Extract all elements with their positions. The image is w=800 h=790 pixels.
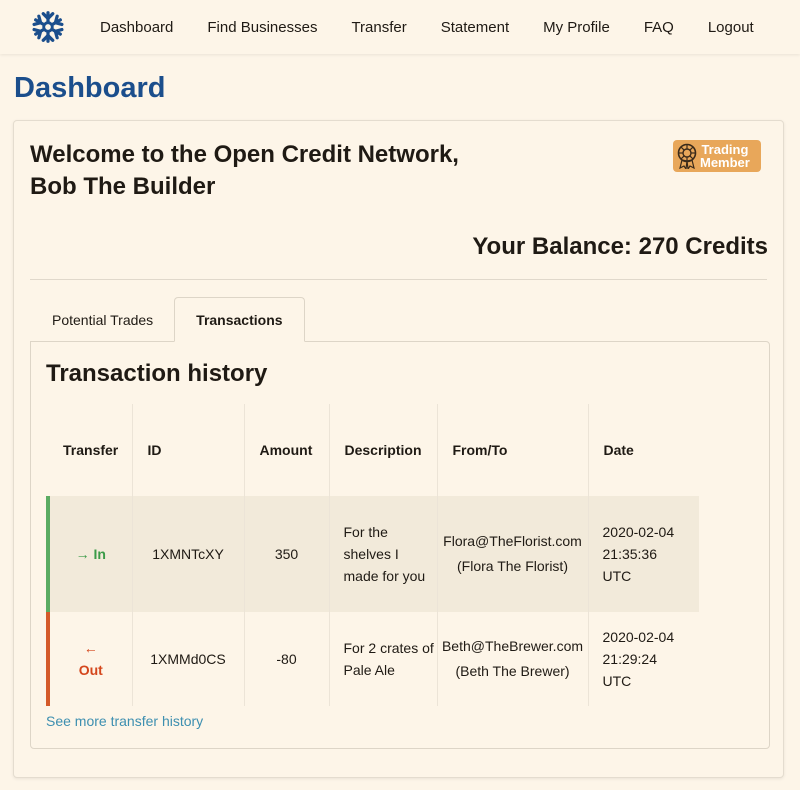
- counterparty-email: Flora@TheFlorist.com: [443, 533, 582, 549]
- date-tz: UTC: [602, 568, 632, 584]
- transaction-amount: -80: [244, 612, 330, 706]
- see-more-history-link[interactable]: See more transfer history: [46, 713, 203, 729]
- nav-my-profile[interactable]: My Profile: [543, 19, 610, 36]
- table-row[interactable]: → In 1XMNTcXY 350 For the shelves I made…: [46, 496, 699, 612]
- arrow-left-icon: ←: [83, 640, 98, 656]
- transaction-history-title: Transaction history: [46, 360, 268, 387]
- transaction-date: 2020-02-04 21:35:36 UTC: [588, 496, 699, 612]
- date-day: 2020-02-04: [602, 524, 675, 540]
- nav-faq[interactable]: FAQ: [644, 19, 674, 36]
- transaction-id: 1XMMd0CS: [132, 612, 245, 706]
- col-from-to: From/To: [437, 404, 589, 496]
- navbar: Dashboard Find Businesses Transfer State…: [0, 0, 800, 54]
- date-day: 2020-02-04: [602, 629, 675, 645]
- balance-display: Your Balance: 270 Credits: [472, 233, 768, 260]
- transaction-counterparty: Flora@TheFlorist.com (Flora The Florist): [437, 496, 589, 612]
- transfer-direction-out: ← Out: [46, 612, 133, 706]
- transaction-amount: 350: [244, 496, 330, 612]
- date-tz: UTC: [602, 673, 632, 689]
- nav-transfer[interactable]: Transfer: [351, 19, 406, 36]
- welcome-heading: Welcome to the Open Credit Network, Bob …: [30, 139, 459, 203]
- col-transfer: Transfer: [48, 404, 133, 496]
- counterparty-name: (Beth The Brewer): [455, 663, 570, 679]
- badge-line-2: Member: [700, 155, 750, 170]
- snowflake-logo-icon[interactable]: [28, 7, 68, 47]
- trading-member-badge: Trading Member: [673, 140, 761, 172]
- divider: [30, 279, 767, 280]
- col-description: Description: [329, 404, 438, 496]
- table-header-row: Transfer ID Amount Description From/To D…: [48, 404, 699, 496]
- transaction-description: For the shelves I made for you: [329, 496, 438, 612]
- date-time: 21:29:24: [602, 651, 658, 667]
- tab-potential-trades[interactable]: Potential Trades: [31, 297, 174, 342]
- direction-label: In: [93, 546, 106, 562]
- transfer-direction-in: → In: [46, 496, 133, 612]
- col-date: Date: [603, 442, 634, 458]
- col-amount: Amount: [244, 404, 330, 496]
- transaction-description: For 2 crates of Pale Ale: [329, 612, 438, 706]
- transaction-counterparty: Beth@TheBrewer.com (Beth The Brewer): [437, 612, 589, 706]
- nav-dashboard[interactable]: Dashboard: [100, 19, 173, 36]
- award-ribbon-icon: [677, 143, 697, 169]
- badge-label: Trading Member: [700, 143, 750, 169]
- page-title: Dashboard: [14, 72, 166, 104]
- table-row[interactable]: ← Out 1XMMd0CS -80 For 2 crates of Pale …: [46, 612, 699, 706]
- direction-label: Out: [78, 662, 103, 678]
- counterparty-name: (Flora The Florist): [457, 558, 568, 574]
- date-time: 21:35:36: [602, 546, 658, 562]
- tab-bar: Potential Trades Transactions: [31, 297, 305, 342]
- transaction-table: Transfer ID Amount Description From/To D…: [46, 404, 701, 706]
- nav-find-businesses[interactable]: Find Businesses: [207, 19, 317, 36]
- tab-transactions[interactable]: Transactions: [174, 297, 305, 342]
- transaction-date: 2020-02-04 21:29:24 UTC: [588, 612, 699, 706]
- dashboard-card: Welcome to the Open Credit Network, Bob …: [13, 120, 784, 778]
- transaction-id: 1XMNTcXY: [132, 496, 245, 612]
- user-name: Bob The Builder: [30, 173, 216, 200]
- col-id: ID: [132, 404, 245, 496]
- nav-statement[interactable]: Statement: [441, 19, 509, 36]
- arrow-right-icon: →: [75, 546, 90, 562]
- counterparty-email: Beth@TheBrewer.com: [441, 638, 584, 654]
- nav-logout[interactable]: Logout: [708, 19, 754, 36]
- transactions-panel: Transaction history Transfer ID Amount D…: [30, 341, 770, 749]
- welcome-line-1: Welcome to the Open Credit Network,: [30, 141, 459, 168]
